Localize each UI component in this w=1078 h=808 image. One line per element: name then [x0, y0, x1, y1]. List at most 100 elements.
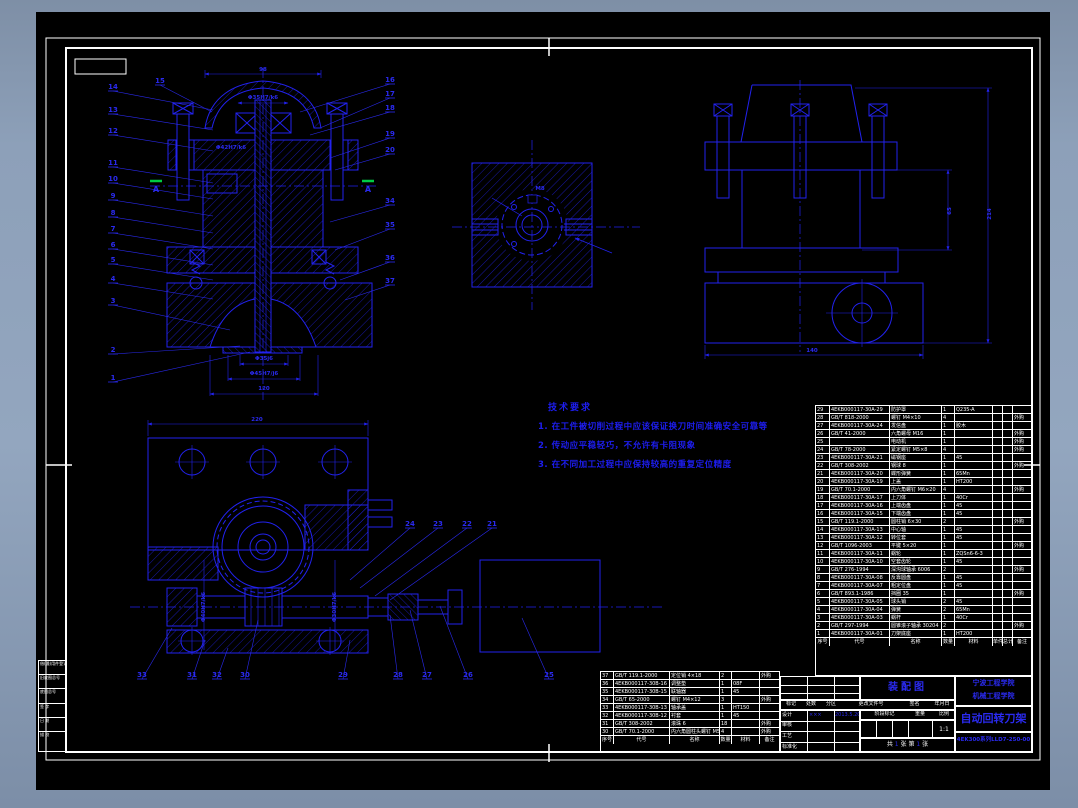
bom-cell — [1003, 454, 1013, 461]
balloon-number: 6 — [111, 241, 116, 249]
bom-cell — [993, 606, 1003, 613]
bom2-cell: 代号 — [614, 736, 670, 744]
bom-cell: 8 — [816, 574, 830, 581]
bom-cell — [1013, 534, 1031, 541]
bom-cell: 17 — [816, 502, 830, 509]
bom-row: 21 4EKB000117-30A-20 蝶形弹簧 1 65Mn — [816, 470, 1031, 478]
margin-label: 旧底图总号 — [40, 675, 60, 681]
bom-cell: 螺钉 M4×10 — [890, 414, 942, 421]
balloon-number: 15 — [155, 77, 165, 85]
bom-cell — [993, 462, 1003, 469]
balloon-number: 7 — [111, 225, 116, 233]
bom-cell: 4 — [942, 446, 955, 453]
balloon-number: 36 — [385, 254, 395, 262]
bom-cell: 4 — [816, 606, 830, 613]
bom-cell: 65Mn — [955, 606, 993, 613]
bom2-row: 30GB/T 70.1-2000内六角圆柱头螺钉 M5×164 外购 — [601, 728, 779, 736]
bom-cell: 空套齿轮 — [890, 558, 942, 565]
leader-line — [112, 90, 214, 111]
bom2-row: 32 4EKB000117-30B-12 衬套 1 45 — [601, 712, 779, 720]
bom-cell: 单件 — [993, 638, 1003, 646]
bom2-cell: 3 — [720, 696, 732, 703]
bom-cell: 1 — [942, 526, 955, 533]
balloon-number: 22 — [462, 520, 472, 528]
leader-line — [334, 228, 391, 251]
bom-cell: 4EKB000117-30A-17 — [830, 494, 890, 501]
bom2-row: 34 GB/T 65-2000 螺钉 M4×12 3 外购 — [601, 696, 779, 704]
technical-requirements: 技术要求 1. 在工件被切削过程中应该保证换刀时间准确安全可靠等 2. 传动应平… — [538, 400, 848, 470]
bom2-cell: 螺钉 M4×12 — [670, 696, 720, 703]
org-cell: 宁波工程学院 机械工程学院 — [955, 676, 1032, 706]
bom-cell — [1013, 510, 1031, 517]
dimension-label: 220 — [251, 417, 263, 423]
bom-cell — [1003, 510, 1013, 517]
revision-col-date: 年月日 — [934, 701, 950, 707]
bom-cell — [1003, 614, 1013, 621]
sheet-page: 1 — [916, 741, 921, 748]
margin-label: 借(通)用件登记 — [40, 661, 65, 666]
balloon-number: 24 — [405, 520, 415, 528]
balloon-number: 33 — [137, 671, 147, 679]
bom-row: 17 4EKB000117-30A-16 上端齿盘 1 45 — [816, 502, 1031, 510]
bom-cell: GB/T 119.1-2000 — [830, 518, 890, 525]
bom-row: 6 GB/T 893.1-1986 挡圈 35 1 外购 — [816, 590, 1031, 598]
bom-cell: 1 — [942, 542, 955, 549]
bom-cell: 12 — [816, 542, 830, 549]
bom-cell — [1003, 502, 1013, 509]
bom2-cell: 1 — [720, 712, 732, 719]
bom-cell: HT200 — [955, 478, 993, 485]
bom-row: 25 电动机 1 外购 — [816, 438, 1031, 446]
bom-cell: 3 — [816, 614, 830, 621]
bom2-cell: 材料 — [732, 736, 760, 744]
bom-cell: 胶木 — [955, 422, 993, 429]
bom-cell — [993, 510, 1003, 517]
bom-cell: 数量 — [942, 638, 955, 646]
bom-cell: 19 — [816, 486, 830, 493]
bom-cell: 14 — [816, 526, 830, 533]
bom-cell: 外购 — [1014, 487, 1025, 493]
bom-row: 13 4EKB000117-30A-12 转位套 1 45 — [816, 534, 1031, 542]
bom-cell — [1013, 502, 1031, 509]
bom-cell: 1 — [942, 614, 955, 621]
bom-cell — [1013, 406, 1031, 413]
bom-cell: 防护罩 — [890, 406, 942, 413]
bom-cell — [1013, 582, 1031, 589]
bom-cell: 总计 — [1003, 638, 1013, 646]
bom-cell — [955, 462, 993, 469]
bom-cell — [1003, 430, 1013, 437]
bom-cell: 7 — [816, 582, 830, 589]
margin-label: 签 字 — [40, 703, 50, 709]
bom-cell: 40Cr — [955, 614, 993, 621]
bom-cell — [993, 590, 1003, 597]
leader-line — [389, 614, 399, 680]
bom-cell: 1 — [942, 558, 955, 565]
bom-cell: 24 — [816, 446, 830, 453]
bom-cell: 深沟球轴承 6006 — [890, 566, 942, 573]
bom2-cell: 45 — [732, 688, 760, 695]
bom-cell: GB/T 297-1994 — [830, 622, 890, 629]
bom-row: 18 4EKB000117-30A-17 上刀体 1 40Cr — [816, 494, 1031, 502]
bom2-cell — [732, 672, 760, 679]
leader-line — [112, 113, 214, 131]
dimension-label: Φ45H7/j6 — [250, 371, 279, 377]
bom2-cell: 18 — [720, 720, 732, 727]
leader-line — [112, 232, 214, 250]
bom-row: 1 4EKB000117-30A-01 刀架底座 1 HT200 — [816, 630, 1031, 638]
bom2-cell: 外购 — [761, 673, 772, 679]
bom-row: 29 4EKB000117-30A-29 防护罩 1 Q235-A — [816, 406, 1031, 414]
bom-cell: 挡圈 35 — [890, 590, 942, 597]
bom-cell: 外购 — [1014, 623, 1025, 629]
margin-label: 描 校 — [40, 731, 50, 737]
balloon-number: 17 — [385, 90, 395, 98]
bom-row: 8 4EKB000117-30A-08 反靠圆盘 1 45 — [816, 574, 1031, 582]
bom2-cell: 联轴器 — [670, 688, 720, 695]
bom-cell — [1003, 486, 1013, 493]
bom-cell: 15 — [816, 518, 830, 525]
bom-cell — [1013, 478, 1031, 485]
bom-cell — [1003, 478, 1013, 485]
bom-cell — [993, 422, 1003, 429]
balloon-number: 9 — [111, 192, 116, 200]
bom-cell — [1003, 526, 1013, 533]
bom-cell: 45 — [955, 598, 993, 605]
bom2-cell: HT150 — [732, 704, 760, 711]
